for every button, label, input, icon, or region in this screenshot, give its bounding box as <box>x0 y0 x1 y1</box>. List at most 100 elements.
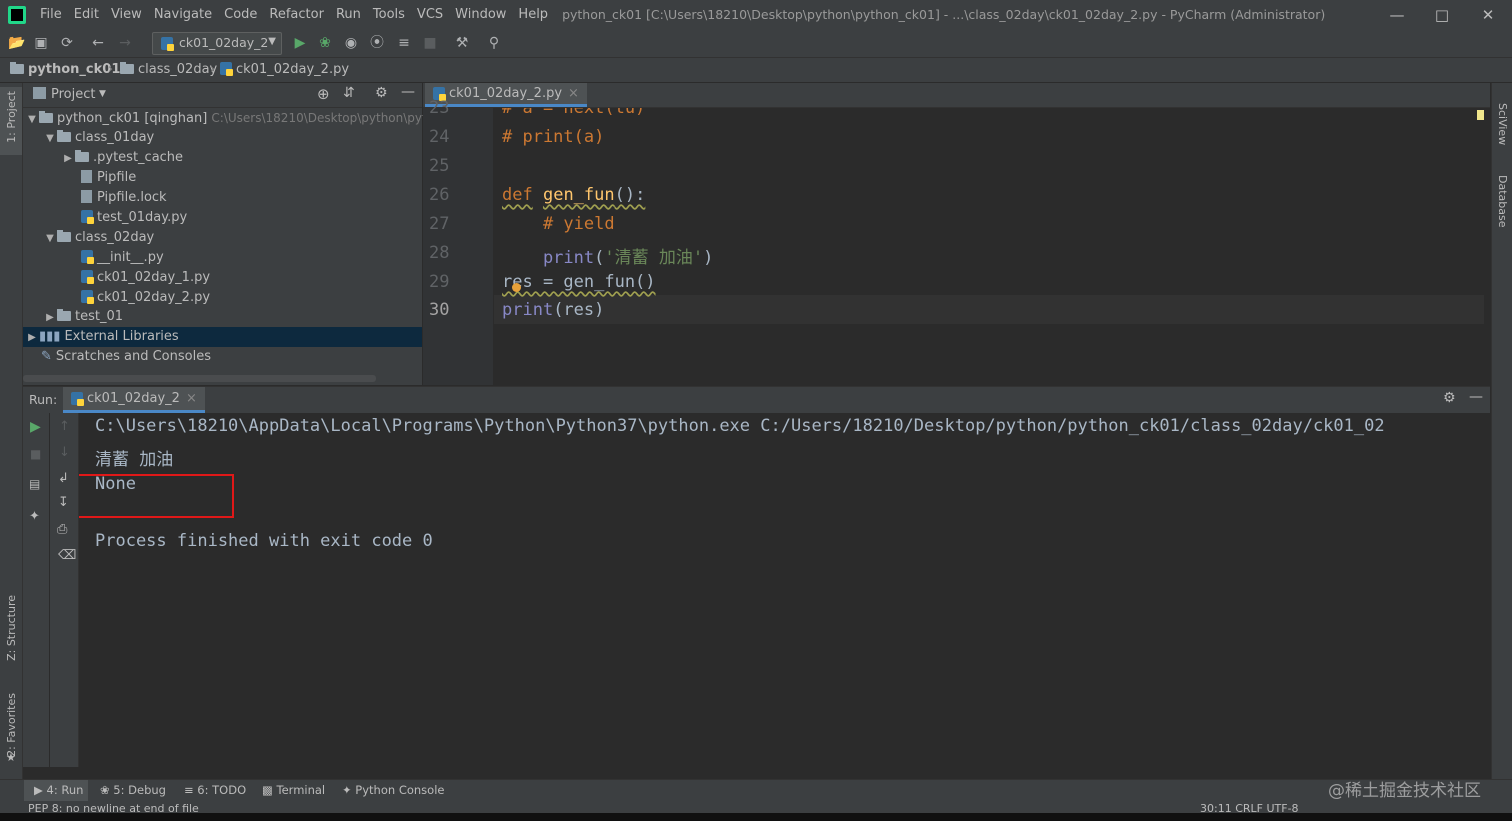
stop-icon[interactable]: ■ <box>30 447 41 461</box>
tree-item-scratches[interactable]: ✎ Scratches and Consoles <box>23 347 440 367</box>
menu-tools[interactable]: Tools <box>367 0 411 29</box>
sciview-tool-button[interactable]: SciView <box>1496 103 1509 145</box>
breadcrumb-folder[interactable]: class_02day <box>120 62 217 77</box>
highlight-annotation-box <box>79 474 234 518</box>
bottom-tool-bar: ▶ 4: Run ❀ 5: Debug ≡ 6: TODO ▩ Terminal… <box>0 779 1512 802</box>
save-icon[interactable]: ▣ <box>33 35 49 51</box>
folder-icon <box>57 309 71 321</box>
rerun-icon[interactable]: ▶ <box>30 419 41 435</box>
menu-window[interactable]: Window <box>449 0 512 29</box>
gear-icon[interactable]: ⚙ <box>375 85 388 101</box>
todo-tool-tab[interactable]: ≡ 6: TODO <box>184 783 246 797</box>
menu-help[interactable]: Help <box>512 0 554 29</box>
python-file-icon <box>81 250 94 264</box>
menu-navigate[interactable]: Navigate <box>148 0 218 29</box>
tree-item-folder[interactable]: ▶ .pytest_cache <box>23 148 460 168</box>
inspection-status-icon[interactable] <box>1477 110 1484 120</box>
terminal-tool-tab[interactable]: ▩ Terminal <box>262 783 325 797</box>
python-console-tool-tab[interactable]: ✦ Python Console <box>342 783 444 797</box>
bug-icon: ❀ <box>100 783 110 797</box>
editor-tab-bar: ck01_02day_2.py × <box>423 83 1490 108</box>
concurrency-icon[interactable]: ≡ <box>396 35 412 51</box>
down-arrow-icon[interactable]: ↓ <box>59 445 70 460</box>
tree-item-file[interactable]: Pipfile <box>23 168 480 188</box>
tree-item-root[interactable]: ▼ python_ck01 [qinghan] C:\Users\18210\De… <box>23 108 434 128</box>
locate-icon[interactable]: ⊕ <box>317 85 330 103</box>
debug-icon[interactable]: ❀ <box>317 35 333 51</box>
sync-icon[interactable]: ⟳ <box>59 35 75 51</box>
debug-tool-tab[interactable]: ❀ 5: Debug <box>100 783 166 797</box>
menu-file[interactable]: File <box>34 0 68 29</box>
maximize-icon[interactable]: □ <box>1419 0 1465 29</box>
print-icon[interactable]: ⎙ <box>57 522 67 537</box>
wrench-icon[interactable]: ⚒ <box>454 35 470 51</box>
tree-item-external-libraries[interactable]: ▶ ▮▮▮ External Libraries <box>23 327 422 347</box>
menu-run[interactable]: Run <box>330 0 367 29</box>
trash-icon[interactable]: ⌫ <box>58 548 76 563</box>
root-path-hint: C:\Users\18210\Desktop\python\pyth <box>211 111 435 125</box>
tab-run-config[interactable]: ck01_02day_2 × <box>63 387 205 413</box>
profile-icon[interactable]: ⦿ <box>369 35 385 51</box>
structure-tool-button[interactable]: Z: Structure <box>5 595 18 661</box>
console-line-command: C:\Users\18210\AppData\Local\Programs\Py… <box>95 416 1385 436</box>
coverage-icon[interactable]: ◉ <box>343 35 359 51</box>
gear-icon[interactable]: ⚙ <box>1443 390 1456 406</box>
chevron-down-icon: ▼ <box>268 36 276 47</box>
pin-icon[interactable]: ✦ <box>29 509 40 524</box>
forward-icon[interactable]: → <box>117 35 133 51</box>
menu-code[interactable]: Code <box>218 0 263 29</box>
collapse-all-icon[interactable]: ⇵ <box>343 85 355 101</box>
breadcrumb-project[interactable]: python_ck01 <box>10 62 120 77</box>
close-tab-icon[interactable]: × <box>186 391 197 406</box>
tree-item-folder[interactable]: ▼ class_01day <box>23 128 442 148</box>
open-folder-icon[interactable]: 📂 <box>8 35 25 51</box>
menu-vcs[interactable]: VCS <box>411 0 449 29</box>
left-tool-strip: 1: Project Z: Structure 2: Favorites ★ <box>0 83 23 799</box>
project-view-selector[interactable]: Project <box>51 87 95 102</box>
hide-panel-icon[interactable]: — <box>401 84 415 100</box>
code-editor[interactable]: # a = next(tu) # print(a) def gen_fun():… <box>494 108 1484 385</box>
run-tab-label: ck01_02day_2 <box>87 391 180 406</box>
minimize-icon[interactable]: — <box>1374 0 1420 29</box>
project-horizontal-scrollbar[interactable] <box>23 375 376 382</box>
scroll-to-end-icon[interactable]: ↧ <box>58 495 69 510</box>
run-tool-tab[interactable]: ▶ 4: Run <box>34 783 83 797</box>
expanded-arrow-icon: ▼ <box>28 114 36 125</box>
search-icon[interactable]: ⚲ <box>486 35 502 51</box>
scratches-icon: ✎ <box>41 349 52 364</box>
favorites-tool-button[interactable]: 2: Favorites <box>5 693 18 757</box>
hide-panel-icon[interactable]: — <box>1469 389 1483 405</box>
menu-refactor[interactable]: Refactor <box>263 0 330 29</box>
run-config-dropdown[interactable]: ck01_02day_2 ▼ <box>152 32 282 55</box>
folder-icon <box>39 111 53 123</box>
tree-item-folder[interactable]: ▶ test_01 <box>23 307 442 327</box>
back-icon[interactable]: ← <box>90 35 106 51</box>
lightbulb-icon[interactable] <box>512 283 521 292</box>
menu-view[interactable]: View <box>105 0 148 29</box>
line-number-current: 30 <box>429 300 450 320</box>
tree-item-folder[interactable]: ▼ class_02day <box>23 228 442 248</box>
line-number: 26 <box>429 185 450 205</box>
tree-item-file[interactable]: Pipfile.lock <box>23 188 480 208</box>
project-tool-button[interactable]: 1: Project <box>0 87 22 155</box>
up-arrow-icon[interactable]: ↑ <box>59 419 70 434</box>
folder-icon <box>10 62 24 74</box>
chevron-down-icon[interactable]: ▼ <box>99 89 106 99</box>
tree-item-file[interactable]: ck01_02day_1.py <box>23 268 480 288</box>
close-tab-icon[interactable]: × <box>568 86 579 101</box>
line-number: 23 <box>429 98 450 118</box>
soft-wrap-icon[interactable]: ↲ <box>58 471 69 486</box>
close-icon[interactable]: ✕ <box>1465 0 1511 29</box>
run-icon[interactable]: ▶ <box>292 35 308 51</box>
restore-layout-icon[interactable]: ▤ <box>29 477 40 491</box>
python-file-icon <box>81 270 94 284</box>
folder-icon <box>120 62 134 74</box>
database-tool-button[interactable]: Database <box>1496 175 1509 228</box>
stop-icon[interactable]: ■ <box>422 35 438 51</box>
tree-item-file[interactable]: ck01_02day_2.py <box>23 288 480 308</box>
tree-item-file[interactable]: __init__.py <box>23 248 480 268</box>
menu-edit[interactable]: Edit <box>68 0 105 29</box>
run-console[interactable]: C:\Users\18210\AppData\Local\Programs\Py… <box>79 413 1490 767</box>
tree-item-file[interactable]: test_01day.py <box>23 208 480 228</box>
breadcrumb-file[interactable]: ck01_02day_2.py <box>220 62 349 77</box>
